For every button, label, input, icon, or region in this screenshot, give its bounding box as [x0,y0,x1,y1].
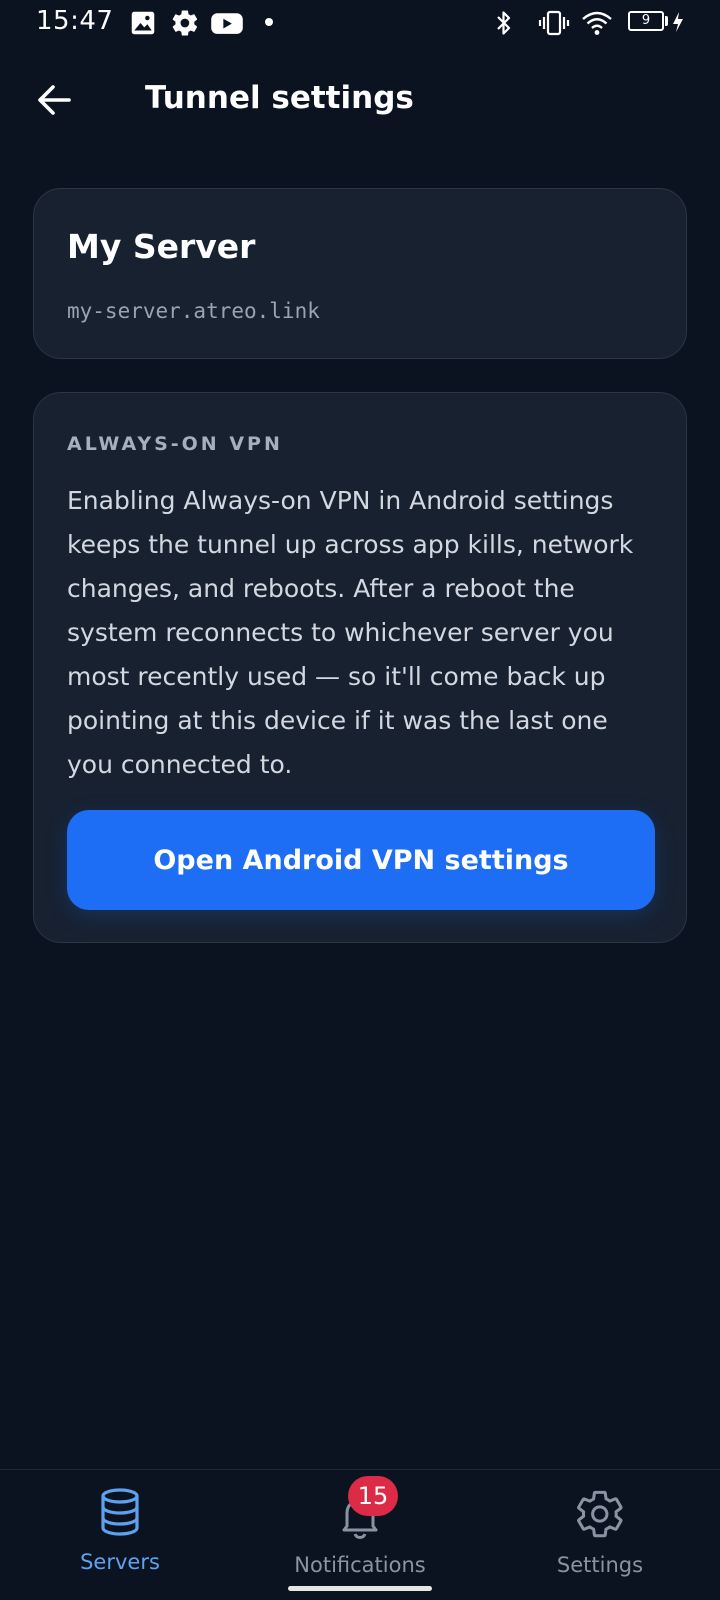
notification-badge: 15 [348,1476,398,1516]
open-android-vpn-settings-button[interactable]: Open Android VPN settings [67,810,655,910]
server-host: my-server.atreo.link [67,299,320,323]
wifi-icon [580,8,614,38]
always-on-description: Enabling Always-on VPN in Android settin… [67,486,634,779]
page-title: Tunnel settings [145,80,414,116]
bluetooth-icon [492,8,516,38]
arrow-left-icon [35,81,73,119]
nav-label-notifications: Notifications [294,1553,426,1577]
database-icon [94,1486,146,1538]
nav-item-settings[interactable]: Settings [480,1470,720,1600]
nav-item-servers[interactable]: Servers [0,1470,240,1600]
gear-icon [574,1488,626,1540]
screen: 15:47 9 Tunnel settings My Server my-ser… [0,0,720,1600]
section-heading: ALWAYS-ON VPN [67,433,283,455]
nav-label-servers: Servers [80,1550,160,1574]
battery-icon: 9 [628,11,664,31]
nav-label-settings: Settings [556,1553,644,1577]
gear-icon [170,8,200,38]
vibrate-icon [538,8,570,38]
bottom-nav: Servers 15 Notifications Settings [0,1469,720,1600]
battery-cap [665,16,668,26]
nav-item-notifications[interactable]: 15 Notifications [240,1470,480,1600]
server-card: My Server my-server.atreo.link [33,188,687,359]
server-name: My Server [67,227,256,266]
youtube-icon [210,8,244,38]
app-bar: Tunnel settings [0,60,720,140]
charging-bolt-icon [672,11,684,33]
image-icon [128,8,158,38]
status-bar: 15:47 9 [0,0,720,48]
status-time: 15:47 [36,6,114,36]
back-button[interactable] [30,76,78,124]
dot-icon [262,8,276,38]
always-on-vpn-card: ALWAYS-ON VPN Enabling Always-on VPN in … [33,392,687,943]
home-indicator[interactable] [288,1586,432,1591]
